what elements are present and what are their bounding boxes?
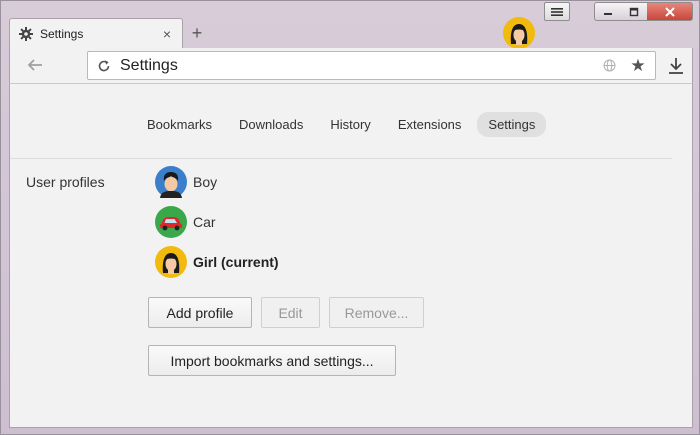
remove-profile-button[interactable]: Remove... xyxy=(329,297,424,328)
download-icon xyxy=(669,58,683,74)
nav-history[interactable]: History xyxy=(319,112,381,137)
divider xyxy=(10,158,672,159)
girl-avatar-icon xyxy=(503,17,535,49)
toolbar: ★ xyxy=(9,48,693,84)
restore-button[interactable] xyxy=(621,2,648,21)
nav-extensions[interactable]: Extensions xyxy=(387,112,473,137)
import-bookmarks-button[interactable]: Import bookmarks and settings... xyxy=(148,345,396,376)
address-input[interactable] xyxy=(120,52,603,79)
star-icon[interactable]: ★ xyxy=(629,56,647,76)
car-avatar-icon xyxy=(155,206,187,238)
minimize-icon xyxy=(604,12,612,15)
downloads-button[interactable] xyxy=(664,54,688,78)
profile-avatar-button[interactable] xyxy=(503,17,535,49)
profile-name-current: Girl (current) xyxy=(193,254,279,270)
boy-avatar-icon xyxy=(155,166,187,198)
menu-button[interactable] xyxy=(544,2,570,21)
nav-settings[interactable]: Settings xyxy=(477,112,547,137)
arrow-left-icon xyxy=(27,59,42,71)
back-button[interactable] xyxy=(24,55,46,77)
add-profile-button[interactable]: Add profile xyxy=(148,297,252,328)
settings-nav: Bookmarks Downloads History Extensions S… xyxy=(136,112,551,137)
edit-profile-button[interactable]: Edit xyxy=(261,297,320,328)
globe-icon[interactable] xyxy=(603,59,619,72)
girl-avatar-icon xyxy=(155,246,187,278)
close-window-button[interactable] xyxy=(647,2,693,21)
tab-close-icon[interactable]: × xyxy=(160,26,174,42)
profile-item-car[interactable]: Car xyxy=(155,206,216,238)
address-bar[interactable]: ★ xyxy=(87,51,656,80)
gear-icon xyxy=(18,26,34,42)
settings-page: Bookmarks Downloads History Extensions S… xyxy=(9,84,693,428)
new-tab-button[interactable]: + xyxy=(187,23,207,43)
minimize-button[interactable] xyxy=(594,2,622,21)
profile-item-boy[interactable]: Boy xyxy=(155,166,217,198)
tab-title: Settings xyxy=(40,27,84,41)
nav-bookmarks[interactable]: Bookmarks xyxy=(136,112,223,137)
tab-settings[interactable]: Settings × xyxy=(9,18,183,49)
user-profiles-label: User profiles xyxy=(26,174,105,190)
restore-icon xyxy=(629,7,639,16)
profile-name: Car xyxy=(193,214,216,230)
profile-name: Boy xyxy=(193,174,218,190)
close-icon xyxy=(664,6,675,17)
browser-window: Settings × + Settings ★ Bookmarks Downlo… xyxy=(0,0,700,435)
reload-icon[interactable] xyxy=(94,59,114,73)
profile-item-girl[interactable]: Girl (current) xyxy=(155,246,279,278)
nav-downloads[interactable]: Downloads xyxy=(228,112,314,137)
hamburger-icon xyxy=(551,7,563,16)
